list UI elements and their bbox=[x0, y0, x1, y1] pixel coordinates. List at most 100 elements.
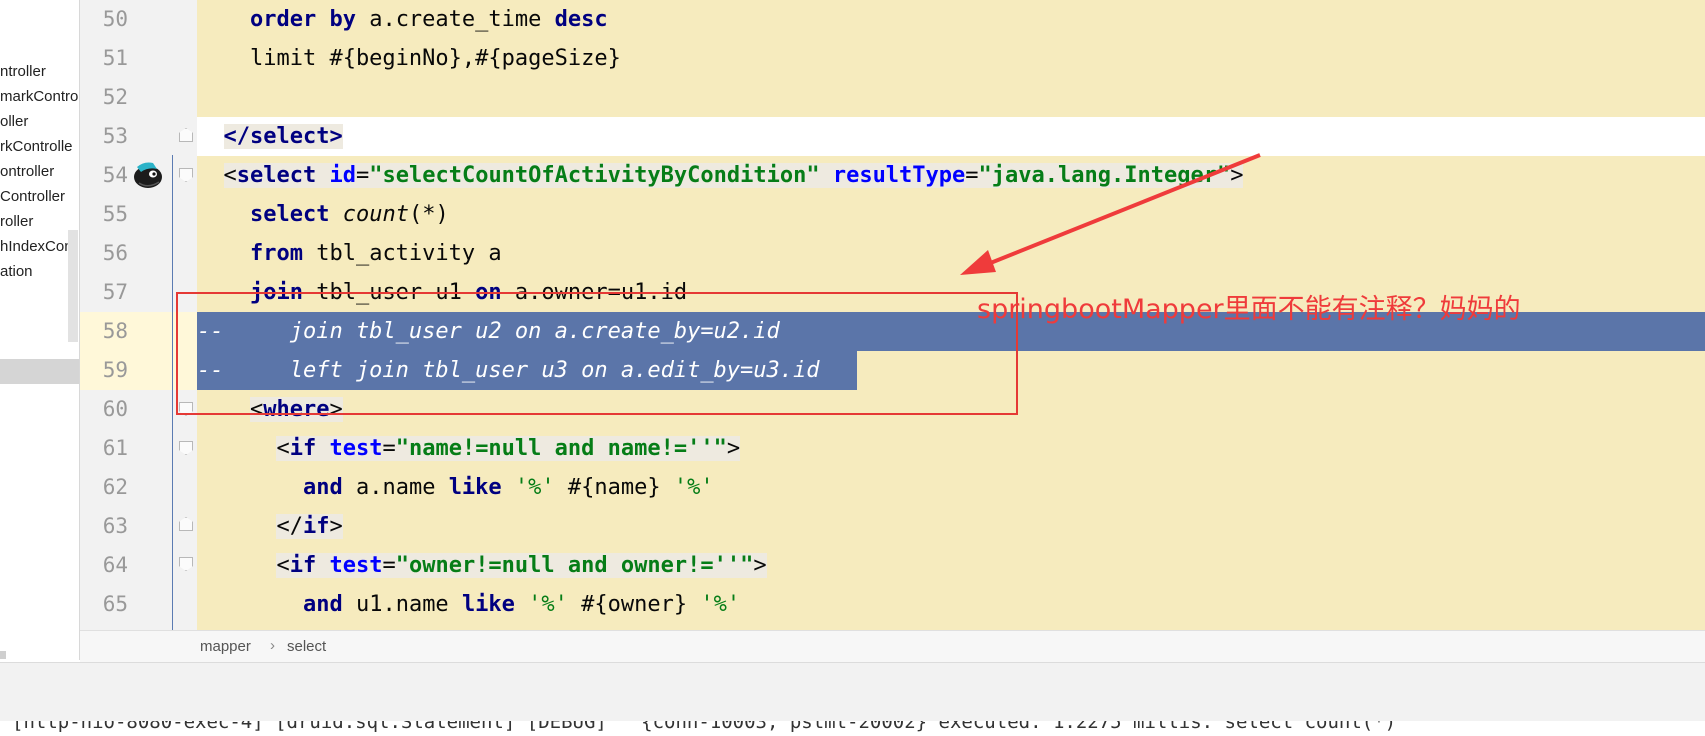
code-line[interactable]: and a.name like '%' #{name} '%' bbox=[197, 468, 714, 507]
code-token: and bbox=[302, 475, 343, 500]
code-token: id bbox=[329, 163, 356, 188]
code-token: > bbox=[726, 436, 741, 461]
code-token: like bbox=[461, 592, 515, 617]
code-line[interactable]: order by a.create_time desc bbox=[197, 0, 608, 39]
code-token: = bbox=[382, 436, 396, 461]
tree-item[interactable]: hIndexCon bbox=[0, 234, 78, 259]
code-token bbox=[316, 553, 330, 578]
code-token: </ bbox=[223, 124, 250, 149]
code-token: test bbox=[329, 553, 383, 578]
line-number: 57 bbox=[102, 280, 128, 304]
annotation-text: springbootMapper里面不能有注释？妈妈的 bbox=[977, 294, 1521, 325]
code-token: desc bbox=[554, 7, 608, 32]
code-token: a.name bbox=[342, 475, 449, 500]
caret-line-highlight bbox=[197, 117, 1705, 156]
line-number: 62 bbox=[102, 475, 128, 499]
code-token: #{name} bbox=[554, 475, 674, 500]
line-number: 55 bbox=[102, 202, 128, 226]
mascot-icon[interactable] bbox=[131, 157, 165, 191]
code-token: < bbox=[276, 436, 290, 461]
line-number: 51 bbox=[102, 46, 128, 70]
code-token: = bbox=[355, 163, 370, 188]
code-line[interactable]: from tbl_activity a bbox=[197, 234, 502, 273]
tree-item[interactable]: roller bbox=[0, 209, 78, 234]
code-token: limit #{beginNo},#{pageSize} bbox=[197, 46, 621, 71]
code-line[interactable]: </if> bbox=[197, 507, 343, 546]
line-number: 65 bbox=[102, 592, 128, 616]
code-token: if bbox=[289, 553, 317, 578]
line-number: 63 bbox=[102, 514, 128, 538]
code-token: </ bbox=[276, 514, 303, 539]
code-token: '%' bbox=[514, 475, 555, 500]
code-token: like bbox=[448, 475, 502, 500]
line-number: 60 bbox=[102, 397, 128, 421]
code-token: and bbox=[302, 592, 343, 617]
code-token: "owner!=null and owner!=''" bbox=[395, 553, 754, 578]
code-line[interactable]: and u1.name like '%' #{owner} '%' bbox=[197, 585, 740, 624]
code-token bbox=[316, 436, 330, 461]
line-number: 56 bbox=[102, 241, 128, 265]
code-token: from bbox=[249, 241, 303, 266]
line-number: 52 bbox=[102, 85, 128, 109]
code-token: u1.name bbox=[342, 592, 462, 617]
breadcrumb-item-mapper[interactable]: mapper bbox=[200, 638, 251, 655]
line-number: 64 bbox=[102, 553, 128, 577]
breadcrumb: mapper › select bbox=[80, 630, 1705, 662]
code-token: '%' bbox=[528, 592, 568, 617]
tree-item[interactable]: oller bbox=[0, 109, 78, 134]
code-line[interactable]: </select> bbox=[197, 117, 343, 156]
breadcrumb-item-select[interactable]: select bbox=[287, 638, 326, 655]
code-token: #{owner} bbox=[567, 592, 701, 617]
code-token: if bbox=[289, 436, 317, 461]
code-token: select bbox=[249, 202, 330, 227]
annotation-arrow-icon bbox=[960, 153, 1261, 275]
code-token: (*) bbox=[408, 202, 449, 227]
code-token: = bbox=[382, 553, 396, 578]
code-token: select bbox=[236, 163, 317, 188]
code-token bbox=[819, 163, 833, 188]
tree-item[interactable]: ntroller bbox=[0, 59, 78, 84]
code-line[interactable]: limit #{beginNo},#{pageSize} bbox=[197, 39, 621, 78]
code-line[interactable]: <if test="owner!=null and owner!=''"> bbox=[197, 546, 767, 585]
code-token: < bbox=[223, 163, 237, 188]
code-token bbox=[316, 163, 330, 188]
code-token: "selectCountOfActivityByCondition" bbox=[369, 163, 820, 188]
fold-guide bbox=[172, 155, 173, 630]
breadcrumb-separator: › bbox=[270, 637, 275, 654]
tree-item[interactable]: ontroller bbox=[0, 159, 78, 184]
tree-item[interactable]: markContro bbox=[0, 84, 78, 109]
tree-item[interactable]: Controller bbox=[0, 184, 78, 209]
console-line: [http-nio-8080-exec-4] [druid.sql.Statem… bbox=[12, 721, 1397, 733]
code-token: count bbox=[342, 202, 409, 227]
tree-item[interactable]: ation bbox=[0, 259, 78, 284]
code-token: > bbox=[329, 514, 343, 539]
code-token: select bbox=[250, 124, 330, 149]
console-output: [http-nio-8080-exec-4] [druid.sql.Statem… bbox=[0, 721, 1705, 736]
tree-selection bbox=[0, 359, 79, 384]
line-number: 53 bbox=[102, 124, 128, 148]
code-line[interactable]: select count(*) bbox=[197, 195, 449, 234]
tree-item[interactable]: rkControlle bbox=[0, 134, 78, 159]
code-token: a.create_time bbox=[355, 7, 555, 32]
tree-scrollbar[interactable] bbox=[68, 230, 78, 342]
code-line[interactable]: <if test="name!=null and name!=''"> bbox=[197, 429, 741, 468]
code-token: test bbox=[329, 436, 383, 461]
code-token: '%' bbox=[673, 475, 714, 500]
code-token: < bbox=[276, 553, 290, 578]
project-tree: ntroller markContro oller rkControlle on… bbox=[0, 0, 80, 660]
line-number: 54 bbox=[102, 163, 128, 187]
code-token: if bbox=[302, 514, 330, 539]
